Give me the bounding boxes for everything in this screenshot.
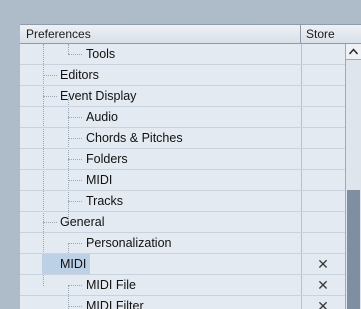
chevron-up-icon [349,48,358,55]
store-mark[interactable]: ✕ [301,298,345,309]
tree-item-tracks[interactable]: Tracks [20,191,345,212]
store-mark[interactable]: ✕ [301,256,345,273]
tree-branch [68,180,82,181]
tree-item-label: Personalization [86,236,172,250]
tree-item-audio[interactable]: Audio [20,107,345,128]
tree-item-general[interactable]: General [20,212,345,233]
store-column-label: Store [306,27,335,41]
tree-item-personalization[interactable]: Personalization [20,233,345,254]
tree-item-label: Event Display [60,89,137,103]
tree-item-label: Editors [60,68,99,82]
preferences-column-label: Preferences [26,27,91,41]
tree-item-midi-file[interactable]: MIDI File ✕ [20,275,345,296]
tree-branch [43,222,57,223]
tree-item-chords-pitches[interactable]: Chords & Pitches [20,128,345,149]
tree-branch [68,243,82,244]
tree-item-label: MIDI Filter [86,299,144,309]
tree-header: Preferences Store [20,24,361,44]
tree-branch [68,54,82,55]
tree-item-midi-display[interactable]: MIDI [20,170,345,191]
tree-branch [68,306,82,307]
tree-branch [43,75,57,76]
vertical-scrollbar[interactable] [345,44,361,309]
preferences-panel: Preferences Store Tools Editors Event Di… [20,24,361,309]
tree-item-midi-filter[interactable]: MIDI Filter ✕ [20,296,345,309]
scroll-up-button[interactable] [346,44,361,60]
tree-item-label: Tools [86,47,116,61]
tree-item-label: Audio [86,110,118,124]
tree-branch [68,201,82,202]
tree-item-label: MIDI [86,173,113,187]
tree-item-label: Chords & Pitches [86,131,183,145]
preferences-column-header[interactable]: Preferences [20,25,301,43]
tree-branch [68,285,82,286]
tree-item-label: MIDI File [86,278,136,292]
tree-item-folders[interactable]: Folders [20,149,345,170]
tree-item-midi-selected[interactable]: MIDI ✕ [20,254,345,275]
store-column-header[interactable]: Store [301,25,345,43]
tree-branch [68,138,82,139]
tree-branch [43,96,57,97]
tree-item-label: MIDI [60,257,87,271]
store-mark[interactable]: ✕ [301,277,345,294]
tree-item-event-display[interactable]: Event Display [20,86,345,107]
tree-branch [68,159,82,160]
tree-item-label: Tracks [86,194,124,208]
tree-item-editors[interactable]: Editors [20,65,345,86]
tree-item-tools[interactable]: Tools [20,44,345,65]
scrollbar-thumb[interactable] [347,190,360,309]
preferences-tree: Tools Editors Event Display Audio Chords… [20,44,345,309]
tree-item-label: Folders [86,152,128,166]
tree-branch [68,117,82,118]
tree-item-label: General [60,215,105,229]
